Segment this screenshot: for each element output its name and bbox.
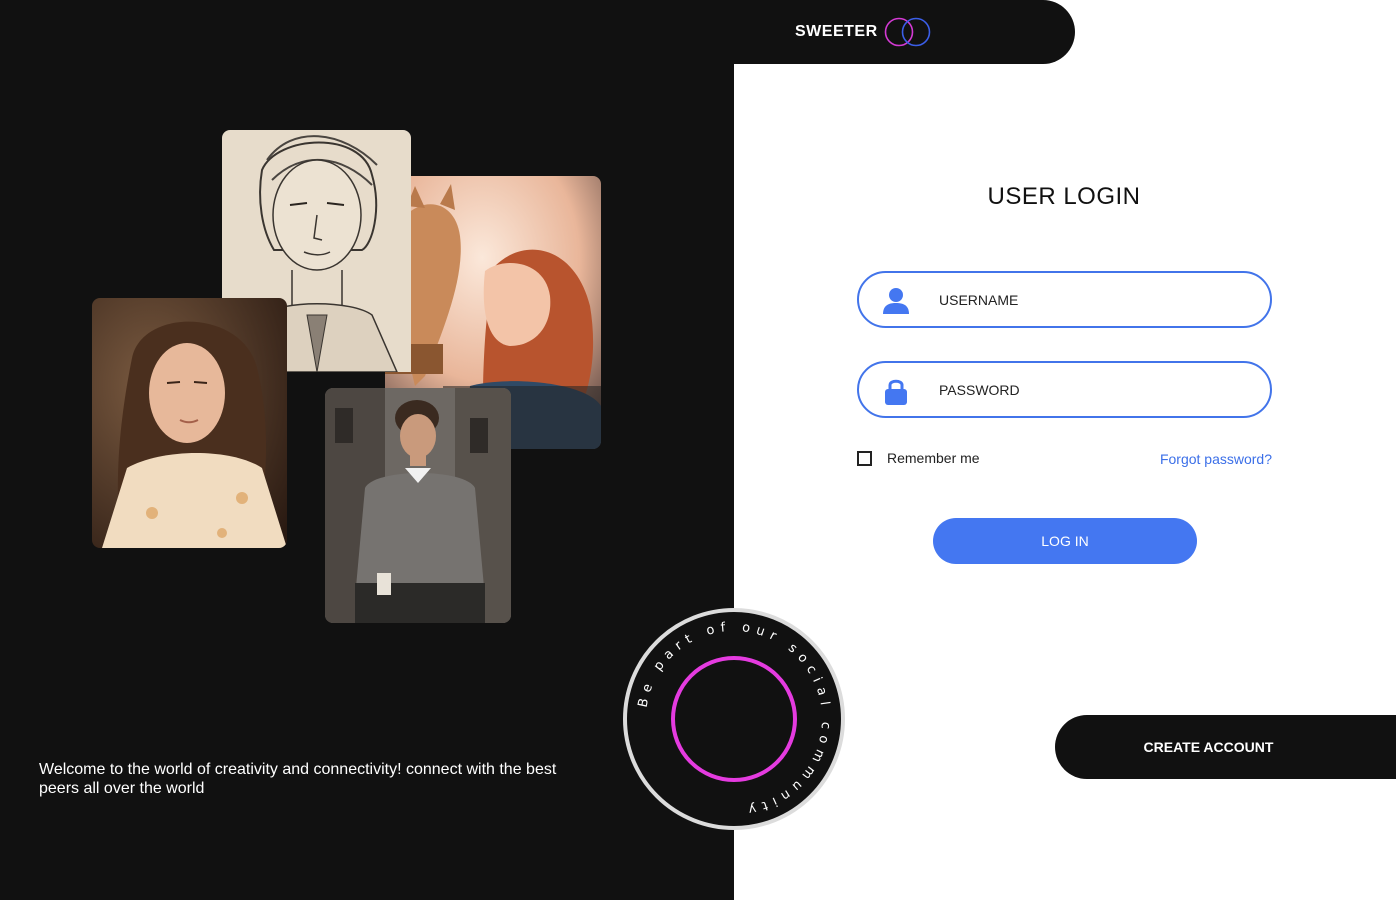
interlocking-rings-logo-icon — [884, 17, 931, 47]
create-account-label: CREATE ACCOUNT — [1143, 739, 1274, 755]
man-with-coffee-image — [325, 388, 511, 623]
password-field[interactable] — [857, 361, 1272, 418]
password-input[interactable] — [939, 375, 1249, 405]
forgot-password-link[interactable]: Forgot password? — [1100, 451, 1272, 467]
welcome-text: Welcome to the world of creativity and c… — [39, 761, 557, 797]
remember-me-checkbox[interactable] — [857, 450, 872, 466]
user-icon — [883, 288, 909, 314]
girl-portrait-image — [92, 298, 287, 548]
login-button[interactable]: LOG IN — [933, 518, 1197, 564]
login-title: USER LOGIN — [987, 183, 1141, 210]
username-input[interactable] — [939, 285, 1249, 315]
create-account-button[interactable]: CREATE ACCOUNT — [1055, 715, 1396, 779]
community-badge: Be part of our social community — [623, 608, 845, 830]
remember-me-label[interactable]: Remember me — [887, 450, 980, 466]
login-button-label: LOG IN — [1041, 533, 1089, 549]
brand-name: SWEETER — [795, 23, 878, 40]
lock-icon — [885, 379, 907, 405]
username-field[interactable] — [857, 271, 1272, 328]
remember-me[interactable]: Remember me — [857, 450, 980, 466]
